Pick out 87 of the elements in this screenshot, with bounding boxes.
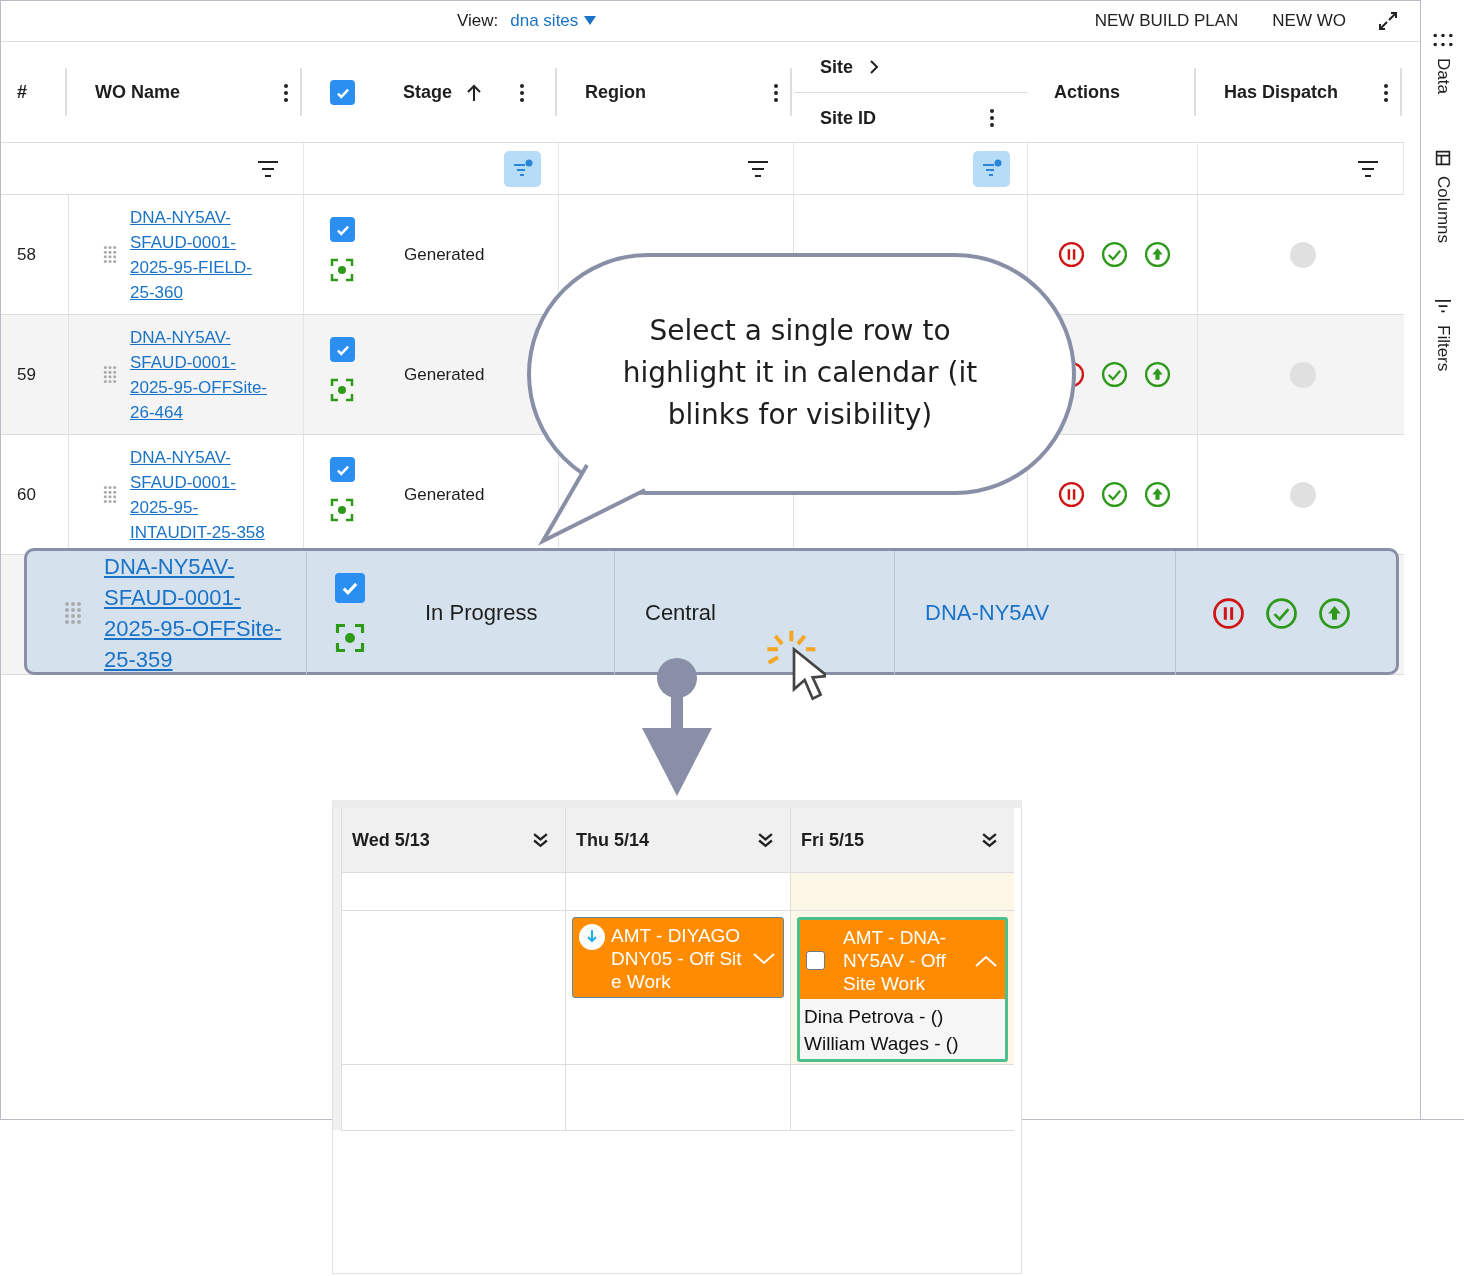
locate-icon[interactable] bbox=[335, 623, 365, 653]
row-number: 60 bbox=[17, 484, 36, 505]
event-title: AMT - DNA-NY5AV - Off Site Work bbox=[843, 926, 948, 995]
column-header[interactable]: Site ID bbox=[820, 107, 876, 129]
column-header[interactable]: Region bbox=[585, 82, 646, 103]
assignee-text: Dina Petrova - () bbox=[804, 1005, 945, 1029]
callout-text: Select a single row to highlight it in calendar (it blinks for visibility) bbox=[621, 313, 979, 433]
filter-icon[interactable] bbox=[747, 159, 769, 178]
dispatch-indicator bbox=[1290, 241, 1316, 268]
dispatch-indicator bbox=[1290, 481, 1316, 508]
day-header: Thu 5/14 bbox=[576, 829, 650, 851]
stage-text: In Progress bbox=[425, 600, 538, 626]
grid-dots-icon[interactable] bbox=[1432, 32, 1453, 48]
side-panel-tab[interactable]: Data bbox=[1432, 58, 1453, 94]
double-chevron-down-icon[interactable] bbox=[981, 831, 998, 849]
download-icon[interactable] bbox=[579, 924, 605, 950]
event-card[interactable]: AMT - DNA-NY5AV - Off Site Work Dina Petrova - () William Wages - () bbox=[797, 917, 1008, 1062]
locate-icon[interactable] bbox=[330, 378, 354, 402]
upload-icon[interactable] bbox=[1144, 241, 1171, 268]
more-icon[interactable] bbox=[1384, 83, 1388, 102]
work-order-link[interactable]: DNA-NY5AV-SFAUD-0001-2025-95-FIELD-25-360 bbox=[130, 204, 272, 305]
event-checkbox[interactable] bbox=[806, 951, 825, 970]
site-link[interactable]: DNA-NY5AV bbox=[925, 600, 1050, 626]
toolbar-button[interactable]: NEW BUILD PLAN bbox=[1092, 9, 1241, 33]
check-circle-icon[interactable] bbox=[1265, 596, 1298, 630]
day-header: Fri 5/15 bbox=[801, 829, 865, 851]
check-circle-icon[interactable] bbox=[1101, 241, 1128, 268]
event-title: AMT - DIYAGODNY05 - Off Site Work bbox=[611, 924, 743, 993]
row-checkbox[interactable] bbox=[330, 217, 355, 242]
filter-active-icon[interactable] bbox=[504, 150, 541, 187]
work-order-link[interactable]: DNA-NY5AV-SFAUD-0001-2025-95-OFFSite-25-359 bbox=[104, 551, 289, 675]
locate-icon[interactable] bbox=[330, 498, 354, 522]
check-circle-icon[interactable] bbox=[1101, 481, 1128, 508]
expand-icon[interactable] bbox=[1378, 11, 1398, 31]
side-panel-tab[interactable]: Columns bbox=[1432, 175, 1453, 243]
work-order-link[interactable]: DNA-NY5AV-SFAUD-0001-2025-95-INTAUDIT-25-358 bbox=[130, 444, 272, 545]
check-circle-icon[interactable] bbox=[1101, 361, 1128, 388]
chevron-right-icon[interactable] bbox=[869, 59, 879, 75]
caret-down-icon[interactable] bbox=[584, 16, 597, 26]
stage-text: Generated bbox=[404, 244, 485, 265]
row-number: 59 bbox=[17, 364, 36, 385]
filter-active-icon[interactable] bbox=[973, 150, 1010, 187]
filter-icon[interactable] bbox=[1432, 299, 1453, 315]
column-header[interactable]: Has Dispatch bbox=[1224, 82, 1339, 103]
column-header: # bbox=[17, 82, 27, 103]
highlighted-row[interactable]: DNA-NY5AV-SFAUD-0001-2025-95-OFFSite-25-359 In Progress Central DNA-NY5AV bbox=[24, 548, 1399, 675]
row-checkbox[interactable] bbox=[330, 337, 355, 362]
pause-icon[interactable] bbox=[1058, 241, 1085, 268]
day-header: Wed 5/13 bbox=[352, 829, 430, 851]
arrow-up-icon[interactable] bbox=[466, 83, 483, 102]
side-panel-tab[interactable]: Filters bbox=[1432, 325, 1453, 372]
toolbar-button[interactable]: NEW WO bbox=[1270, 9, 1348, 33]
row-checkbox[interactable] bbox=[335, 573, 365, 603]
row-checkbox[interactable] bbox=[330, 457, 355, 482]
pause-icon[interactable] bbox=[1058, 481, 1085, 508]
view-dropdown[interactable]: dna sites bbox=[510, 11, 597, 31]
filter-icon[interactable] bbox=[257, 159, 279, 178]
view-label: View: bbox=[457, 11, 499, 31]
drag-handle-icon[interactable] bbox=[103, 365, 117, 384]
stage-text: Generated bbox=[404, 364, 485, 385]
locate-icon[interactable] bbox=[330, 258, 354, 282]
double-chevron-down-icon[interactable] bbox=[532, 831, 549, 849]
chevron-down-icon[interactable] bbox=[753, 952, 775, 965]
more-icon[interactable] bbox=[774, 83, 778, 102]
assignee-text: William Wages - () bbox=[804, 1032, 960, 1056]
region-text: Central bbox=[645, 600, 716, 626]
upload-icon[interactable] bbox=[1318, 596, 1351, 630]
more-icon[interactable] bbox=[990, 109, 994, 127]
select-all-checkbox[interactable] bbox=[330, 80, 355, 105]
chevron-up-icon[interactable] bbox=[975, 954, 997, 967]
column-header[interactable]: Site bbox=[820, 56, 853, 78]
drag-handle-icon[interactable] bbox=[103, 485, 117, 504]
upload-icon[interactable] bbox=[1144, 481, 1171, 508]
filter-icon[interactable] bbox=[1357, 159, 1379, 178]
row-number: 58 bbox=[17, 244, 36, 265]
pause-icon[interactable] bbox=[1212, 596, 1245, 630]
upload-icon[interactable] bbox=[1144, 361, 1171, 388]
column-header[interactable]: Stage bbox=[403, 82, 453, 103]
work-order-link[interactable]: DNA-NY5AV-SFAUD-0001-2025-95-OFFSite-26-464 bbox=[130, 324, 272, 425]
drag-handle-icon[interactable] bbox=[103, 245, 117, 264]
more-icon[interactable] bbox=[284, 83, 288, 102]
column-header: Actions bbox=[1054, 82, 1120, 103]
more-icon[interactable] bbox=[520, 83, 525, 102]
double-chevron-down-icon[interactable] bbox=[757, 831, 774, 849]
drag-handle-icon[interactable] bbox=[64, 601, 82, 625]
stage-text: Generated bbox=[404, 484, 485, 505]
column-header[interactable]: WO Name bbox=[95, 82, 181, 103]
